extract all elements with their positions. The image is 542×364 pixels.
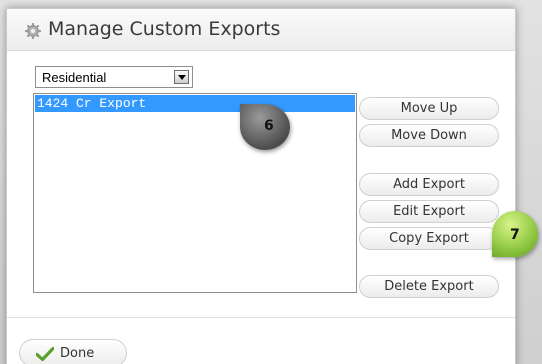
done-button[interactable]: Done [19, 339, 127, 364]
move-up-button[interactable]: Move Up [359, 97, 499, 120]
delete-export-button[interactable]: Delete Export [359, 275, 499, 298]
callout-number-6: 6 [264, 118, 274, 134]
select-value: Residential [42, 70, 107, 85]
dialog-title: Manage Custom Exports [48, 18, 281, 40]
chevron-down-icon[interactable] [174, 70, 189, 84]
check-icon [36, 347, 54, 361]
move-down-button[interactable]: Move Down [359, 124, 499, 147]
list-item[interactable]: 1424 Cr Export [35, 95, 355, 112]
callout-number-7: 7 [510, 227, 520, 243]
add-export-button[interactable]: Add Export [359, 173, 499, 196]
gear-icon [25, 23, 41, 39]
exports-listbox[interactable]: 1424 Cr Export [33, 93, 357, 293]
done-label: Done [60, 346, 95, 361]
copy-export-button[interactable]: Copy Export [359, 227, 499, 250]
footer-divider [7, 317, 515, 318]
manage-custom-exports-dialog: Manage Custom Exports Residential 1424 C… [6, 8, 516, 364]
edit-export-button[interactable]: Edit Export [359, 200, 499, 223]
export-category-select[interactable]: Residential [35, 66, 193, 88]
dialog-titlebar: Manage Custom Exports [7, 9, 515, 51]
